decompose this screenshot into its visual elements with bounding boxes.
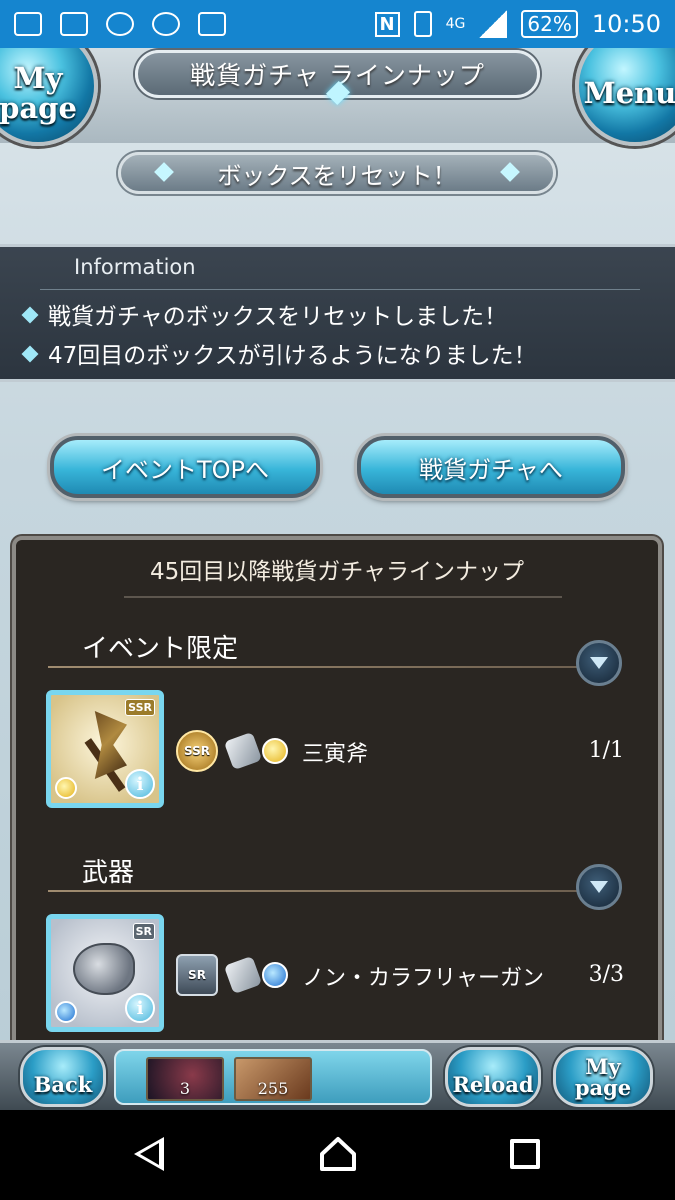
reload-button[interactable]: Reload (445, 1047, 541, 1107)
mail-icon (198, 12, 226, 36)
clock: 10:50 (591, 10, 661, 38)
item-slot-2-count: 255 (257, 1079, 289, 1098)
mypage-button[interactable]: My page (553, 1047, 653, 1107)
section-toggle-button[interactable] (576, 864, 622, 910)
reset-box-button[interactable]: ボックスをリセット！ (118, 152, 556, 194)
bullet-diamond-icon (21, 345, 39, 363)
notification-icons (14, 12, 226, 36)
divider (48, 890, 578, 892)
item-name: ノン・カラフリャーガン (302, 966, 545, 991)
event-top-button[interactable]: イベントTOPへ (50, 436, 320, 498)
lineup-panel: 45回目以降戦貨ガチャラインナップ イベント限定 SSR i SSR 三寅斧 1… (12, 536, 662, 1110)
information-heading: Information (74, 255, 196, 279)
game-bottom-bar: Back 3 255 Reload My page (0, 1040, 675, 1110)
information-line: 戦貨ガチャのボックスをリセットしました！ (48, 304, 508, 330)
chevron-down-icon (590, 881, 608, 893)
lineup-title: 45回目以降戦貨ガチャラインナップ (149, 559, 525, 585)
carrier-mail-icon (14, 12, 42, 36)
signal-icon (479, 10, 508, 38)
item-name: 三寅斧 (302, 742, 369, 767)
water-element-icon (55, 1001, 77, 1023)
browser-icon (106, 12, 134, 36)
game-screen: 戦貨ガチャ ラインナップ My page Menu ボックスをリセット！ Inf… (0, 48, 675, 1110)
item-slot-2[interactable]: 255 (234, 1057, 312, 1101)
item-info-button[interactable]: i (125, 993, 155, 1023)
back-label: Back (33, 1071, 93, 1097)
ssr-rarity-badge: SSR (176, 730, 218, 772)
status-right: N 4G 62% 10:50 (374, 10, 661, 38)
reset-box-label: ボックスをリセット！ (217, 161, 457, 190)
divider (48, 666, 578, 668)
vibrate-icon (413, 11, 432, 37)
gacha-button[interactable]: 戦貨ガチャへ (357, 436, 625, 498)
information-panel: Information 戦貨ガチャのボックスをリセットしました！ 47回目のボッ… (0, 244, 675, 382)
menu-orb-button[interactable]: Menu (575, 48, 675, 146)
item-slot-1[interactable]: 3 (146, 1057, 224, 1101)
nav-home-icon[interactable] (319, 1136, 357, 1172)
gun-weapon-art (73, 943, 135, 995)
thumb-rarity-tag: SR (132, 923, 155, 940)
thumb-rarity-tag: SSR (125, 699, 155, 716)
item-info-button[interactable]: i (125, 769, 155, 799)
mypage-label: My page (574, 1054, 632, 1100)
item-slot-1-count: 3 (179, 1079, 191, 1098)
back-button[interactable]: Back (20, 1047, 106, 1107)
section-heading-weapons: 武器 (82, 858, 135, 888)
divider (40, 289, 640, 290)
status-bar: N 4G 62% 10:50 (0, 0, 675, 48)
nav-recent-apps-icon[interactable] (510, 1139, 540, 1169)
water-element-icon (262, 962, 288, 988)
item-thumbnail[interactable]: SSR i (46, 690, 164, 808)
axe-icon (223, 731, 263, 771)
item-tray: 3 255 (114, 1049, 432, 1105)
bullet-diamond-icon (21, 306, 39, 324)
light-element-icon (262, 738, 288, 764)
diamond-icon (154, 162, 174, 182)
item-count: 1/1 (588, 738, 624, 763)
section-toggle-button[interactable] (576, 640, 622, 686)
android-nav-bar (0, 1110, 675, 1200)
divider (124, 596, 562, 598)
sr-rarity-badge: SR (176, 954, 218, 996)
mypage-orb-button[interactable]: My page (0, 48, 98, 146)
header: 戦貨ガチャ ラインナップ My page Menu (0, 48, 675, 146)
network-type: 4G (445, 16, 466, 32)
information-line: 47回目のボックスが引けるようになりました！ (48, 343, 537, 369)
nav-back-icon[interactable] (134, 1137, 164, 1171)
item-thumbnail[interactable]: SR i (46, 914, 164, 1032)
reload-label: Reload (452, 1071, 534, 1097)
section-heading-event-limited: イベント限定 (82, 634, 239, 664)
item-count: 3/3 (588, 962, 624, 987)
nfc-icon: N (374, 11, 400, 37)
gallery-icon (60, 12, 88, 36)
cloud-check-icon (152, 12, 180, 36)
chevron-down-icon (590, 657, 608, 669)
mypage-orb-label: My page (0, 61, 77, 125)
light-element-icon (55, 777, 77, 799)
diamond-icon (500, 162, 520, 182)
battery-indicator: 62% (521, 10, 578, 38)
gun-icon (223, 955, 263, 995)
menu-orb-label: Menu (583, 76, 675, 110)
